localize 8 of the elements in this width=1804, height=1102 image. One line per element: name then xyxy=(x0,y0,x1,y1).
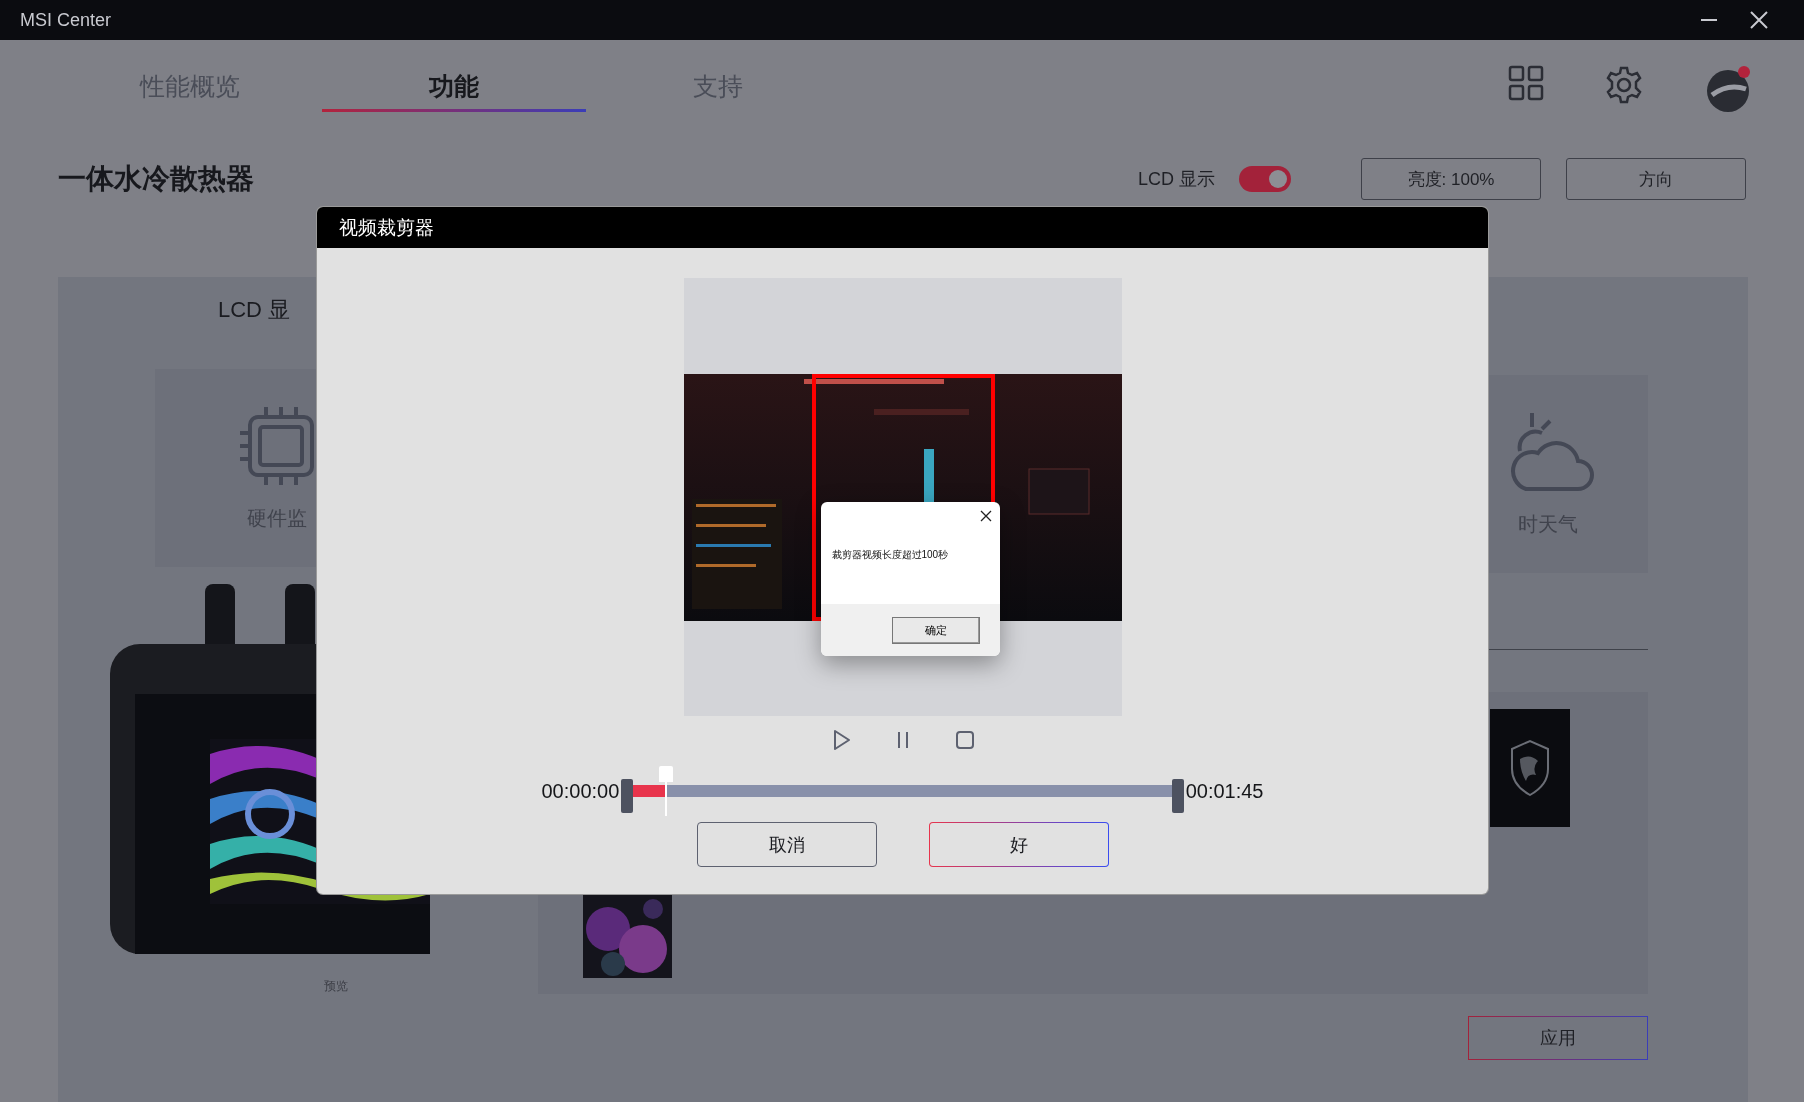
section-title: LCD 显 xyxy=(218,296,292,324)
page-title: 一体水冷散热器 xyxy=(58,162,255,196)
toggle-label: LCD 显示 xyxy=(1138,168,1215,191)
end-time: 00:01:45 xyxy=(1185,779,1264,803)
start-time: 00:00:00 xyxy=(541,779,620,803)
alert-message: 裁剪器视频长度超过100秒 xyxy=(831,548,950,562)
dialog-title: 视频裁剪器 xyxy=(339,215,434,240)
window-title: MSI Center xyxy=(20,9,113,31)
